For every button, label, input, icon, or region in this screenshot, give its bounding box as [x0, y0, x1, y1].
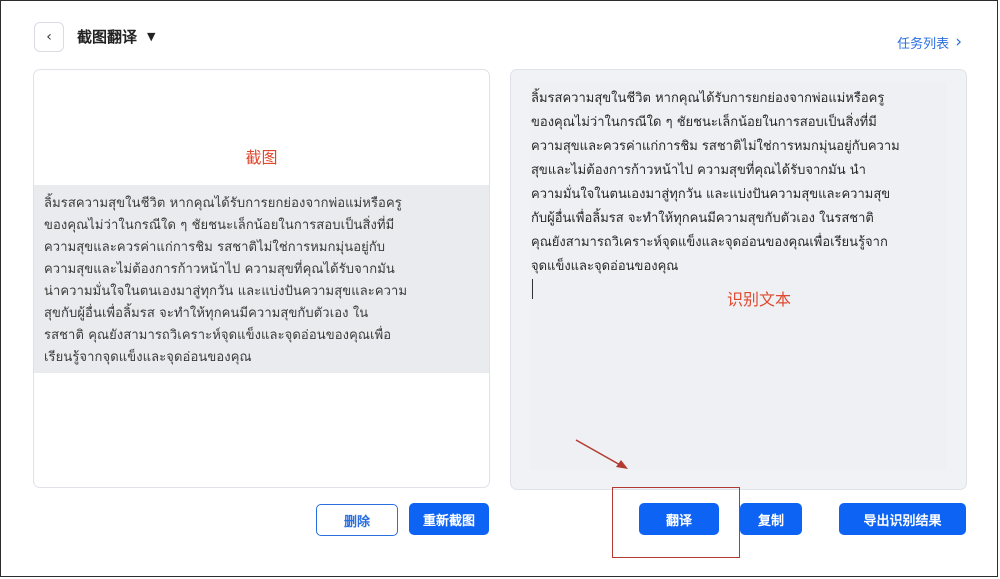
- back-button[interactable]: ‹: [34, 22, 64, 52]
- delete-button[interactable]: 删除: [316, 504, 398, 536]
- task-list-label: 任务列表: [897, 36, 950, 52]
- text-cursor: [532, 279, 533, 299]
- screenshot-panel: 截图 ลิ้มรสความสุขในชีวิต หากคุณได้รับการย…: [33, 69, 490, 488]
- screenshot-image: ลิ้มรสความสุขในชีวิต หากคุณได้รับการยกย่…: [34, 185, 489, 373]
- ocr-label: 识别文本: [727, 290, 792, 309]
- recapture-button[interactable]: 重新截图: [409, 503, 489, 535]
- screenshot-label: 截图: [245, 148, 278, 167]
- ocr-panel: ลิ้มรสความสุขในชีวิต หากคุณได้รับการยกย่…: [510, 69, 967, 490]
- chevron-left-icon: ‹: [46, 29, 52, 45]
- ocr-text[interactable]: ลิ้มรสความสุขในชีวิต หากคุณได้รับการยกย่…: [531, 87, 951, 279]
- screenshot-text: ลิ้มรสความสุขในชีวิต หากคุณได้รับการยกย่…: [44, 196, 408, 365]
- chevron-right-icon: ›: [955, 32, 962, 52]
- export-results-button[interactable]: 导出识别结果: [839, 503, 966, 535]
- copy-button[interactable]: 复制: [740, 503, 802, 535]
- page-title: 截图翻译: [77, 28, 138, 46]
- task-list-link[interactable]: 任务列表 ›: [897, 32, 962, 52]
- annotation-highlight-box: [612, 487, 740, 558]
- caret-down-icon: ▼: [147, 30, 156, 43]
- mode-dropdown[interactable]: 截图翻译 ▼: [77, 26, 155, 47]
- annotation-arrow-icon: [575, 439, 628, 469]
